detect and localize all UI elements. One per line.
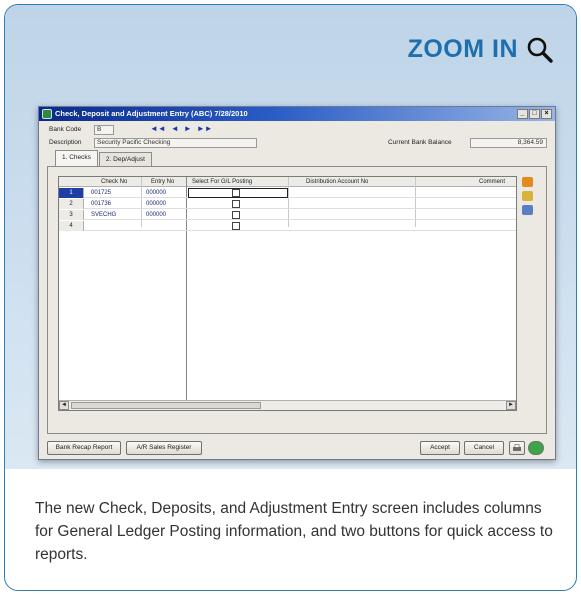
window-titlebar: Check, Deposit and Adjustment Entry (ABC… — [39, 107, 555, 121]
check-no-cell[interactable]: SVECHG — [91, 210, 116, 220]
ar-sales-register-button[interactable]: A/R Sales Register — [126, 441, 202, 455]
check-no-cell[interactable]: 001736 — [91, 199, 111, 209]
row-number: 3 — [59, 210, 84, 220]
gl-posting-checkbox[interactable] — [232, 200, 240, 208]
minimize-button[interactable]: _ — [517, 109, 528, 119]
row-number: 2 — [59, 199, 84, 209]
balance-label: Current Bank Balance — [388, 139, 452, 146]
cancel-button[interactable]: Cancel — [464, 441, 504, 455]
magnifier-icon — [526, 36, 554, 64]
checks-grid: Check No Entry No Select For G/L Posting… — [58, 176, 517, 411]
table-row[interactable]: 4 — [59, 221, 516, 231]
row-number: 4 — [59, 221, 84, 231]
column-select-gl-posting[interactable]: Select For G/L Posting — [192, 177, 252, 187]
record-navigation: ◄◄ ◄ ► ►► — [150, 124, 213, 133]
first-record-button[interactable]: ◄◄ — [150, 124, 166, 133]
check-no-cell[interactable]: 001725 — [91, 188, 111, 198]
column-distribution-account[interactable]: Distribution Account No — [306, 177, 368, 187]
column-entry-no[interactable]: Entry No — [151, 177, 174, 187]
balance-field: 8,364.59 — [470, 138, 547, 148]
bank-code-label: Bank Code — [49, 126, 82, 133]
window-controls: _ □ × — [517, 109, 552, 119]
side-toolbar — [522, 177, 533, 215]
column-comment[interactable]: Comment — [479, 177, 505, 187]
table-row[interactable]: 3 SVECHG 000000 — [59, 210, 516, 220]
table-row[interactable]: 2 001736 000000 — [59, 199, 516, 209]
tab-bar: 1. Checks 2. Dep/Adjust — [55, 150, 153, 166]
horizontal-scrollbar[interactable]: ◄ ► — [59, 400, 516, 410]
previous-record-button[interactable]: ◄ — [171, 124, 179, 133]
entry-no-cell[interactable]: 000000 — [146, 188, 166, 198]
close-button[interactable]: × — [541, 109, 552, 119]
entry-no-cell[interactable]: 000000 — [146, 210, 166, 220]
zoom-card: ZOOM IN Check, Deposit and Adjustment En… — [4, 4, 577, 591]
scroll-right-button[interactable]: ► — [506, 401, 516, 410]
app-window: Check, Deposit and Adjustment Entry (ABC… — [38, 106, 556, 460]
print-icon[interactable] — [509, 441, 525, 455]
scroll-left-button[interactable]: ◄ — [59, 401, 69, 410]
accept-button[interactable]: Accept — [420, 441, 460, 455]
gl-posting-checkbox[interactable] — [232, 211, 240, 219]
scroll-thumb[interactable] — [71, 402, 261, 409]
entry-no-cell[interactable]: 000000 — [146, 199, 166, 209]
last-record-button[interactable]: ►► — [197, 124, 213, 133]
next-record-button[interactable]: ► — [184, 124, 192, 133]
zoom-in-link[interactable]: ZOOM IN — [408, 35, 554, 64]
app-icon — [42, 109, 52, 119]
table-row[interactable]: 1 001725 000000 — [59, 188, 516, 198]
help-icon[interactable] — [528, 441, 544, 455]
lookup-icon[interactable] — [522, 177, 533, 187]
folder-icon[interactable] — [522, 191, 533, 201]
bank-code-field[interactable]: B — [94, 125, 114, 135]
caption-text: The new Check, Deposits, and Adjustment … — [35, 500, 553, 563]
description-field[interactable]: Security Pacific Checking — [94, 138, 257, 148]
tab-dep-adjust[interactable]: 2. Dep/Adjust — [98, 152, 152, 166]
window-title: Check, Deposit and Adjustment Entry (ABC… — [55, 109, 248, 118]
notes-icon[interactable] — [522, 205, 533, 215]
row-number: 1 — [59, 188, 84, 198]
column-check-no[interactable]: Check No — [101, 177, 127, 187]
maximize-button[interactable]: □ — [529, 109, 540, 119]
zoom-in-label: ZOOM IN — [407, 35, 518, 63]
description-label: Description — [49, 139, 82, 146]
bank-recap-report-button[interactable]: Bank Recap Report — [47, 441, 121, 455]
checks-panel: Check No Entry No Select For G/L Posting… — [47, 166, 547, 434]
tab-checks[interactable]: 1. Checks — [55, 150, 98, 166]
active-cell-editor[interactable] — [188, 188, 288, 198]
gl-posting-checkbox[interactable] — [232, 222, 240, 230]
